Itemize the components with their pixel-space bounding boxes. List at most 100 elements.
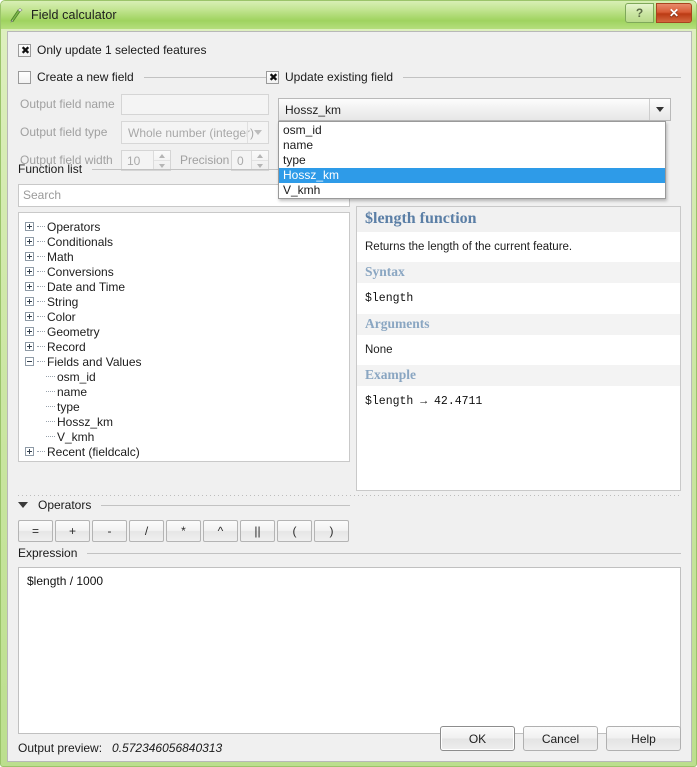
expand-icon[interactable] bbox=[25, 327, 34, 336]
titlebar-close-button[interactable]: ✕ bbox=[656, 3, 692, 23]
operator-button-multiply[interactable]: * bbox=[166, 520, 201, 542]
help-button[interactable]: Help bbox=[606, 726, 681, 751]
output-field-type-combo[interactable]: Whole number (integer) bbox=[121, 121, 269, 144]
update-existing-field-checkbox[interactable] bbox=[266, 70, 280, 85]
operators-group-title[interactable]: Operators bbox=[18, 498, 350, 512]
group-divider-line bbox=[87, 552, 681, 554]
chevron-down-icon[interactable] bbox=[247, 122, 268, 143]
tree-connector bbox=[37, 286, 45, 287]
function-list-label: Function list bbox=[18, 162, 83, 176]
dropdown-option-v_kmh[interactable]: V_kmh bbox=[279, 183, 665, 198]
expand-icon[interactable] bbox=[25, 297, 34, 306]
tree-item-label: name bbox=[57, 384, 88, 399]
tree-connector bbox=[37, 301, 45, 302]
function-list-tree[interactable]: Operators Conditionals Math Conversions … bbox=[18, 212, 350, 462]
expand-icon[interactable] bbox=[25, 267, 34, 276]
existing-field-selected-value: Hossz_km bbox=[285, 102, 342, 117]
dropdown-option-type[interactable]: type bbox=[279, 153, 665, 168]
spin-up-icon[interactable] bbox=[154, 151, 170, 161]
expand-icon[interactable] bbox=[25, 342, 34, 351]
tree-connector bbox=[37, 331, 45, 332]
tree-connector bbox=[37, 271, 45, 272]
help-arguments-text: None bbox=[365, 344, 393, 356]
help-syntax-heading: Syntax bbox=[357, 262, 680, 283]
expand-icon[interactable] bbox=[25, 222, 34, 231]
tree-item-string[interactable]: String bbox=[25, 294, 349, 309]
tree-item-record[interactable]: Record bbox=[25, 339, 349, 354]
expand-icon[interactable] bbox=[25, 447, 34, 456]
create-new-field-title[interactable]: Create a new field bbox=[18, 70, 270, 84]
operators-group: Operators = + - / * ^ || ( ) bbox=[18, 498, 350, 542]
help-example-code: $length → 42.4711 bbox=[365, 395, 483, 408]
operator-button-power[interactable]: ^ bbox=[203, 520, 238, 542]
only-update-selected-checkbox[interactable] bbox=[18, 43, 32, 58]
dialog-button-row: OK Cancel Help bbox=[440, 726, 681, 751]
cancel-button[interactable]: Cancel bbox=[523, 726, 598, 751]
operator-button-close-paren[interactable]: ) bbox=[314, 520, 349, 542]
collapse-icon[interactable] bbox=[25, 357, 34, 366]
dropdown-option-osm_id[interactable]: osm_id bbox=[279, 123, 665, 138]
operator-button-minus[interactable]: - bbox=[92, 520, 127, 542]
output-field-type-value: Whole number (integer) bbox=[128, 125, 255, 140]
expression-textarea[interactable]: $length / 1000 bbox=[18, 567, 681, 734]
expand-icon[interactable] bbox=[25, 237, 34, 246]
output-field-type-row: Output field type Whole number (integer) bbox=[18, 121, 270, 144]
spin-up-icon[interactable] bbox=[252, 151, 268, 161]
expand-icon[interactable] bbox=[25, 282, 34, 291]
operator-button-concat[interactable]: || bbox=[240, 520, 275, 542]
output-field-type-label: Output field type bbox=[20, 125, 108, 139]
tree-item-label: Record bbox=[47, 339, 86, 354]
tree-item-conditionals[interactable]: Conditionals bbox=[25, 234, 349, 249]
tree-item-recent-fieldcalc[interactable]: Recent (fieldcalc) bbox=[25, 444, 349, 459]
expression-group-label: Expression bbox=[18, 546, 78, 560]
tree-item-osm_id[interactable]: osm_id bbox=[25, 369, 349, 384]
collapse-triangle-icon[interactable] bbox=[18, 502, 28, 508]
tree-item-geometry[interactable]: Geometry bbox=[25, 324, 349, 339]
tree-connector bbox=[37, 361, 45, 362]
tree-item-name[interactable]: name bbox=[25, 384, 349, 399]
titlebar-help-button[interactable]: ? bbox=[625, 3, 654, 23]
tree-item-label: Recent (fieldcalc) bbox=[47, 444, 140, 459]
tree-item-v_kmh[interactable]: V_kmh bbox=[25, 429, 349, 444]
function-list-tree-inner: Operators Conditionals Math Conversions … bbox=[19, 213, 349, 459]
operators-group-label: Operators bbox=[38, 498, 92, 512]
expand-icon[interactable] bbox=[25, 312, 34, 321]
output-preview-row: Output preview: 0.572346056840313 bbox=[18, 741, 222, 755]
tree-item-color[interactable]: Color bbox=[25, 309, 349, 324]
group-divider-line bbox=[143, 76, 270, 78]
existing-field-dropdown-popup[interactable]: osm_id name type Hossz_km V_kmh bbox=[278, 121, 666, 199]
expand-icon[interactable] bbox=[25, 252, 34, 261]
output-field-name-input[interactable] bbox=[121, 94, 269, 115]
operator-button-open-paren[interactable]: ( bbox=[277, 520, 312, 542]
function-help-pane[interactable]: $length function Returns the length of t… bbox=[356, 206, 681, 491]
tree-item-label: Fields and Values bbox=[47, 354, 142, 369]
tree-item-operators[interactable]: Operators bbox=[25, 219, 349, 234]
title-bar: Field calculator ? ✕ bbox=[1, 1, 696, 29]
tree-connector bbox=[37, 316, 45, 317]
tree-item-date-and-time[interactable]: Date and Time bbox=[25, 279, 349, 294]
tree-connector bbox=[46, 421, 55, 422]
tree-item-fields-and-values[interactable]: Fields and Values bbox=[25, 354, 349, 369]
tree-item-math[interactable]: Math bbox=[25, 249, 349, 264]
update-existing-field-title[interactable]: Update existing field bbox=[266, 70, 681, 85]
tree-item-hossz_km[interactable]: Hossz_km bbox=[25, 414, 349, 429]
chevron-down-icon[interactable] bbox=[649, 99, 670, 120]
tree-connector bbox=[37, 256, 45, 257]
tree-connector bbox=[37, 226, 45, 227]
create-new-field-checkbox[interactable] bbox=[18, 70, 31, 84]
titlebar-buttons: ? ✕ bbox=[625, 3, 692, 23]
dropdown-option-name[interactable]: name bbox=[279, 138, 665, 153]
only-update-selected-checkbox-row[interactable]: Only update 1 selected features bbox=[18, 43, 206, 58]
operator-button-divide[interactable]: / bbox=[129, 520, 164, 542]
tree-item-type[interactable]: type bbox=[25, 399, 349, 414]
existing-field-combo[interactable]: Hossz_km bbox=[278, 98, 671, 121]
operator-button-plus[interactable]: + bbox=[55, 520, 90, 542]
operator-buttons-row: = + - / * ^ || ( ) bbox=[18, 520, 350, 542]
operator-button-equals[interactable]: = bbox=[18, 520, 53, 542]
update-existing-field-group: Update existing field Hossz_km bbox=[266, 70, 681, 121]
ok-button[interactable]: OK bbox=[440, 726, 515, 751]
dropdown-option-hossz_km[interactable]: Hossz_km bbox=[279, 168, 665, 183]
tree-item-conversions[interactable]: Conversions bbox=[25, 264, 349, 279]
tree-connector bbox=[37, 346, 45, 347]
tree-connector bbox=[46, 376, 55, 377]
